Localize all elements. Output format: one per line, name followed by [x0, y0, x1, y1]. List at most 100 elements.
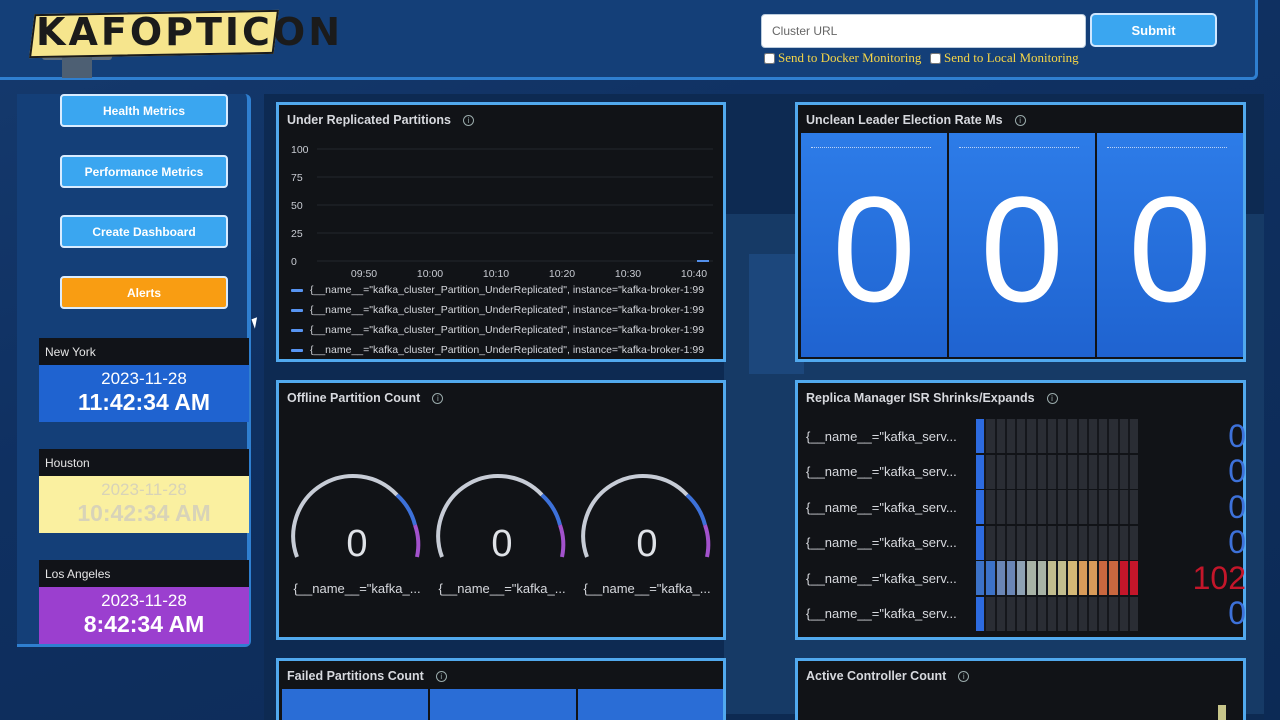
docker-monitoring-option[interactable]: Send to Docker Monitoring — [764, 50, 921, 66]
bar-gauge-bar — [976, 525, 1138, 560]
bar-gauge-cell — [1088, 454, 1097, 489]
local-monitoring-checkbox[interactable] — [930, 52, 941, 64]
header: KAFOPTICON Submit Send to Docker Monitor… — [0, 0, 1258, 80]
bar-gauge-cell — [1047, 454, 1056, 489]
bar-gauge-cell — [1037, 454, 1046, 489]
bar-gauge-cell — [1129, 490, 1138, 524]
bar-gauge-cell — [1047, 490, 1056, 524]
stat-tile: 0 — [801, 133, 947, 357]
panel-title-text: Offline Partition Count — [287, 391, 421, 405]
bar-gauge-cell — [1068, 596, 1077, 631]
legend-swatch — [291, 289, 303, 292]
bar-gauge-cell — [1037, 490, 1046, 524]
bar-gauge-cell — [1119, 596, 1128, 631]
bar-gauge-cell — [1047, 596, 1056, 631]
panel-title-text: Failed Partitions Count — [287, 669, 424, 683]
x-tick-label: 09:50 — [351, 268, 377, 280]
bar-gauge-cell — [1088, 561, 1097, 595]
bar-gauge-cell — [976, 419, 985, 453]
alerts-button[interactable]: Alerts — [60, 276, 228, 309]
info-icon[interactable]: i — [435, 670, 447, 682]
bar-gauge-cell — [1017, 561, 1026, 595]
bar-gauge-cell — [1068, 454, 1077, 489]
local-monitoring-label: Send to Local Monitoring — [944, 50, 1079, 65]
stat-tile — [282, 689, 428, 720]
bar-gauge-bar — [976, 490, 1138, 524]
failed-partitions-count-panel[interactable]: Failed Partitions Count i — [276, 658, 726, 720]
local-monitoring-option[interactable]: Send to Local Monitoring — [930, 50, 1079, 66]
isr-shrinks-expands-panel[interactable]: Replica Manager ISR Shrinks/Expands i {_… — [795, 380, 1246, 640]
health-metrics-button[interactable]: Health Metrics — [60, 94, 228, 127]
bar-gauge-row: {__name__="kafka_serv... 0 — [806, 418, 1246, 454]
x-tick-label: 10:20 — [549, 268, 575, 280]
x-tick-label: 10:40 — [681, 268, 707, 280]
bar-gauge-cell — [996, 490, 1005, 524]
bar-gauge-cell — [1006, 525, 1015, 560]
unclean-leader-election-panel[interactable]: Unclean Leader Election Rate Ms i 0 0 0 — [795, 102, 1246, 362]
stat-value: 0 — [1128, 165, 1212, 333]
bar-gauge-cell — [1047, 419, 1056, 453]
bar-gauge-cell — [1017, 525, 1026, 560]
stat-value: 0 — [832, 165, 916, 333]
clock-city: Houston — [39, 449, 249, 476]
bar-gauge-cell — [1078, 525, 1087, 560]
clock-city: New York — [39, 338, 249, 365]
bar-gauge-cell — [1017, 419, 1026, 453]
bar-gauge-label: {__name__="kafka_serv... — [806, 428, 957, 444]
bar-gauge-cell — [1058, 419, 1067, 453]
panel-title: Active Controller Count i — [806, 669, 970, 683]
bar-gauge-cell — [1099, 596, 1108, 631]
bar-gauge-cell — [1037, 419, 1046, 453]
bar-gauge-cell — [1119, 454, 1128, 489]
bar-gauge-cell — [1099, 419, 1108, 453]
bar-gauge-cell — [1078, 419, 1087, 453]
docker-monitoring-checkbox[interactable] — [764, 52, 775, 64]
bar-gauge-cell — [1027, 419, 1036, 453]
legend-swatch — [291, 329, 303, 332]
bar-gauge-cell — [1119, 419, 1128, 453]
bar-gauge-cell — [1047, 525, 1056, 560]
info-icon[interactable]: i — [958, 670, 970, 682]
y-tick-label: 75 — [291, 172, 303, 184]
bar-gauge-cell — [986, 419, 995, 453]
bar-gauge-cell — [1109, 596, 1118, 631]
active-controller-count-panel[interactable]: Active Controller Count i — [795, 658, 1246, 720]
stat-sparkline — [959, 147, 1079, 148]
bar-gauge-cell — [1099, 490, 1108, 524]
bar-gauge-cell — [1109, 490, 1118, 524]
info-icon[interactable]: i — [432, 392, 444, 404]
clock-houston: Houston 2023-11-28 10:42:34 AM — [39, 449, 249, 533]
gauge: 0 {__name__="kafka_... — [577, 465, 717, 596]
legend-label: {__name__="kafka_cluster_Partition_Under… — [310, 284, 704, 296]
panel-title: Unclean Leader Election Rate Ms i — [806, 113, 1026, 127]
sidebar: Health Metrics Performance Metrics Creat… — [17, 94, 251, 647]
clock-time: 10:42:34 AM — [77, 500, 211, 526]
bar-gauge-label: {__name__="kafka_serv... — [806, 535, 957, 550]
offline-partition-count-panel[interactable]: Offline Partition Count i 0 {__name__="k… — [276, 380, 726, 640]
bar-gauge-cell — [1099, 561, 1108, 595]
x-tick-label: 10:10 — [483, 268, 509, 280]
bar-gauge-cell — [976, 561, 985, 595]
bar-gauge-cell — [1129, 561, 1138, 595]
bar-gauge-cell — [1088, 490, 1097, 524]
cluster-url-input[interactable] — [761, 14, 1086, 48]
bar-gauge-cell — [996, 454, 1005, 489]
info-icon[interactable]: i — [1046, 392, 1058, 404]
under-replicated-partitions-panel[interactable]: Under Replicated Partitions i 100 75 50 25 0… — [276, 102, 726, 362]
bar-gauge-cell — [1099, 525, 1108, 560]
gauge-value: 0 — [491, 523, 513, 565]
bar-gauge-value: 0 — [1228, 524, 1246, 560]
gauge-label: {__name__="kafka_... — [583, 581, 711, 596]
bar-gauge-cell — [1027, 596, 1036, 631]
submit-button[interactable]: Submit — [1090, 13, 1217, 47]
info-icon[interactable]: i — [1014, 114, 1026, 126]
bar-gauge-cell — [1058, 454, 1067, 489]
bar-gauge-value: 0 — [1228, 453, 1246, 489]
create-dashboard-button[interactable]: Create Dashboard — [60, 215, 228, 248]
bar-gauge-value: 102 — [1192, 559, 1246, 596]
panel-title-text: Active Controller Count — [806, 669, 947, 683]
bar-gauge-cell — [996, 596, 1005, 631]
performance-metrics-button[interactable]: Performance Metrics — [60, 155, 228, 188]
bar-gauge-label: {__name__="kafka_serv... — [806, 499, 957, 515]
clock-date: 2023-11-28 — [101, 369, 187, 388]
